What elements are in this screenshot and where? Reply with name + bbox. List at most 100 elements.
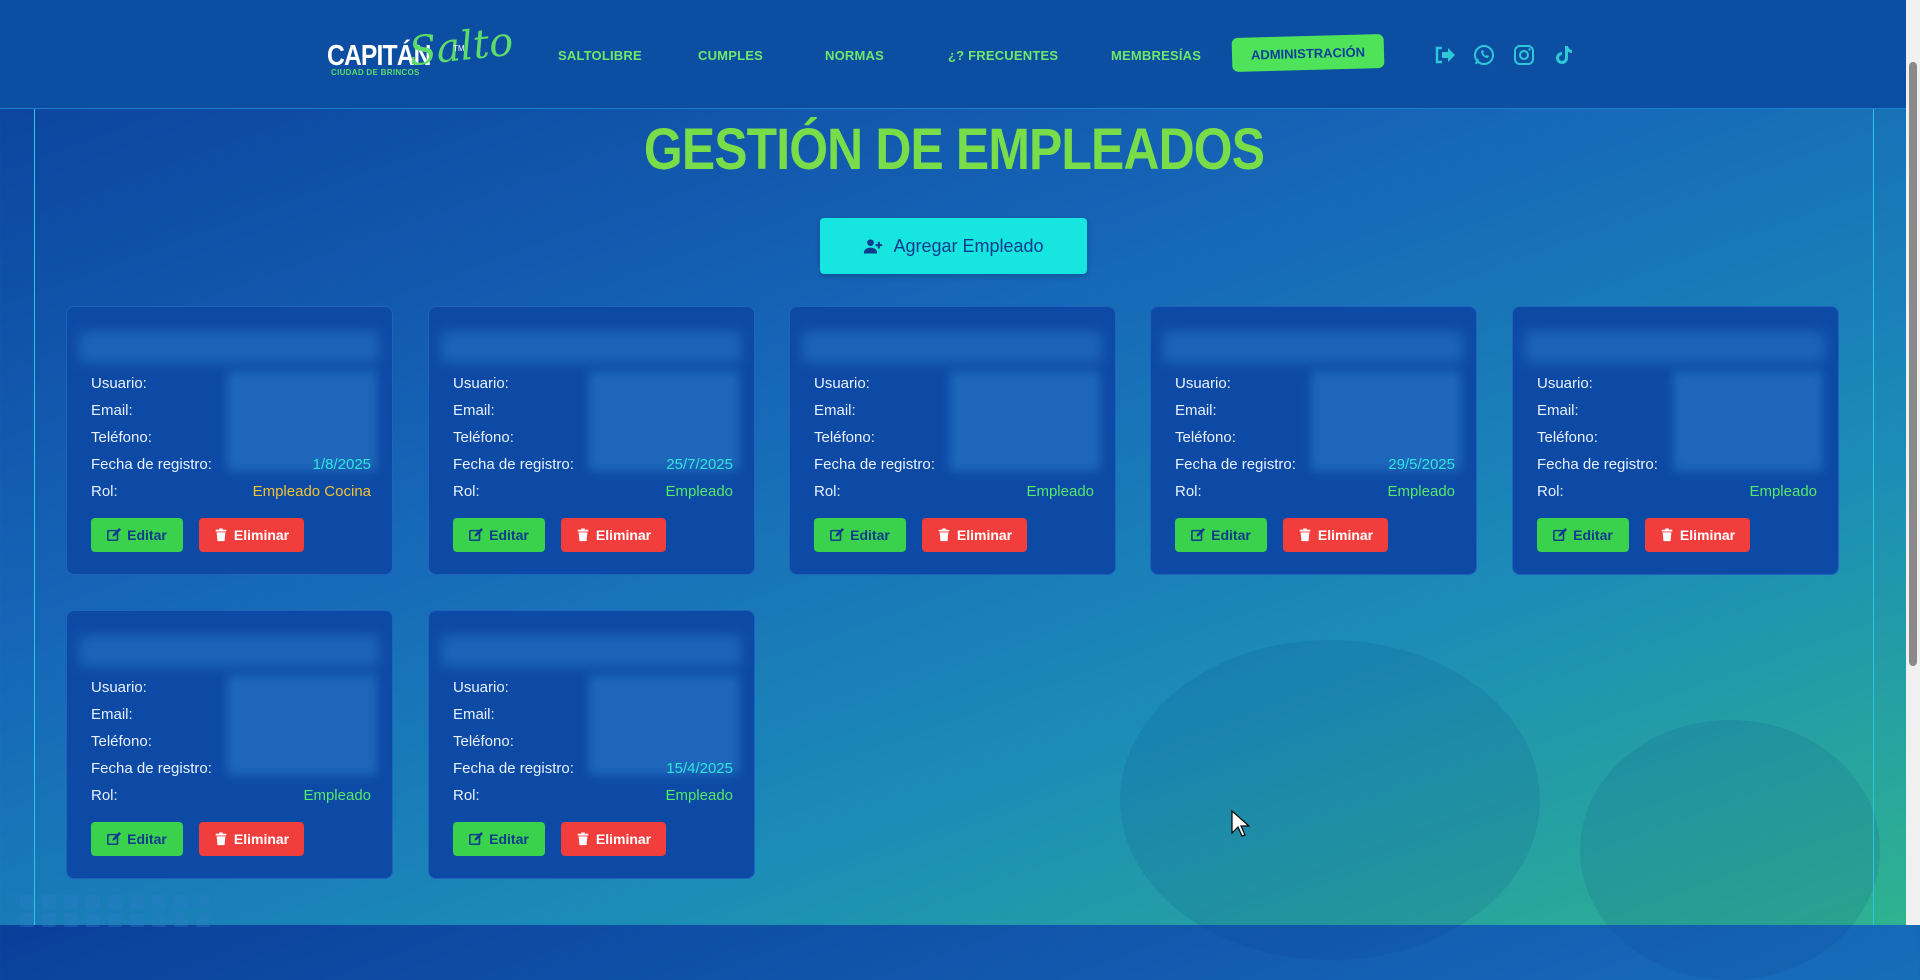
edit-icon <box>107 832 122 846</box>
site-header: CAPITÁN Salto TM CIUDAD DE BRINCOS SALTO… <box>0 0 1920 109</box>
field-label-email: Email: <box>1175 402 1217 419</box>
field-label-user: Usuario: <box>453 375 509 392</box>
background-decoration <box>64 895 78 909</box>
field-label-email: Email: <box>453 706 495 723</box>
nav-administracion[interactable]: ADMINISTRACIÓN <box>1231 34 1385 72</box>
field-row-fecha: Fecha de registro: <box>91 760 371 780</box>
brand-tm: TM <box>453 44 465 53</box>
field-row-fecha: Fecha de registro: 15/4/2025 <box>453 760 733 780</box>
field-row-rol: Rol: Empleado <box>91 787 371 807</box>
delete-label: Eliminar <box>956 527 1013 543</box>
field-label-user: Usuario: <box>1175 375 1231 392</box>
field-row-fecha: Fecha de registro: <box>814 456 1094 476</box>
field-row-user: Usuario: <box>453 375 733 395</box>
employee-name-redacted <box>79 331 379 363</box>
edit-button[interactable]: Editar <box>814 518 906 552</box>
scrollbar-thumb[interactable] <box>1909 62 1917 666</box>
trash-icon <box>1661 528 1673 542</box>
instagram-icon[interactable] <box>1511 42 1537 68</box>
employee-role: Empleado <box>1026 483 1094 500</box>
edit-icon <box>469 528 484 542</box>
employee-name-redacted <box>79 635 379 667</box>
field-row-rol: Rol: Empleado <box>1537 483 1817 503</box>
nav-normas[interactable]: NORMAS <box>825 48 884 63</box>
field-row-fecha: Fecha de registro: 25/7/2025 <box>453 456 733 476</box>
scrollbar[interactable] <box>1906 0 1920 925</box>
delete-button[interactable]: Eliminar <box>199 518 304 552</box>
background-decoration <box>196 895 210 909</box>
delete-button[interactable]: Eliminar <box>561 822 666 856</box>
field-row-phone: Teléfono: <box>453 429 733 449</box>
employee-name-redacted <box>441 635 741 667</box>
delete-button[interactable]: Eliminar <box>561 518 666 552</box>
delete-label: Eliminar <box>595 527 652 543</box>
edit-label: Editar <box>1573 527 1613 543</box>
edit-button[interactable]: Editar <box>453 822 545 856</box>
field-label-phone: Teléfono: <box>1537 429 1598 446</box>
background-decoration <box>174 895 188 909</box>
edit-label: Editar <box>1211 527 1251 543</box>
edit-button[interactable]: Editar <box>1175 518 1267 552</box>
field-row-user: Usuario: <box>1175 375 1455 395</box>
trash-icon <box>215 832 227 846</box>
background-decoration <box>130 895 144 909</box>
trash-icon <box>577 832 589 846</box>
add-employee-button[interactable]: Agregar Empleado <box>820 218 1087 274</box>
delete-button[interactable]: Eliminar <box>922 518 1027 552</box>
edit-label: Editar <box>489 527 529 543</box>
edit-label: Editar <box>850 527 890 543</box>
field-label-user: Usuario: <box>453 679 509 696</box>
field-label-fecha: Fecha de registro: <box>453 456 574 473</box>
field-row-email: Email: <box>91 402 371 422</box>
field-label-fecha: Fecha de registro: <box>91 456 212 473</box>
edit-icon <box>469 832 484 846</box>
delete-label: Eliminar <box>233 831 290 847</box>
nav-cumples[interactable]: CUMPLES <box>698 48 763 63</box>
field-label-rol: Rol: <box>91 787 118 804</box>
edit-button[interactable]: Editar <box>453 518 545 552</box>
field-row-phone: Teléfono: <box>1537 429 1817 449</box>
trash-icon <box>1299 528 1311 542</box>
field-row-fecha: Fecha de registro: 29/5/2025 <box>1175 456 1455 476</box>
delete-button[interactable]: Eliminar <box>1283 518 1388 552</box>
delete-button[interactable]: Eliminar <box>199 822 304 856</box>
edit-button[interactable]: Editar <box>91 822 183 856</box>
whatsapp-icon[interactable] <box>1471 42 1497 68</box>
registration-date: 15/4/2025 <box>666 760 733 777</box>
nav-frecuentes[interactable]: ¿? FRECUENTES <box>948 48 1058 63</box>
field-label-phone: Teléfono: <box>814 429 875 446</box>
field-label-email: Email: <box>91 706 133 723</box>
delete-label: Eliminar <box>233 527 290 543</box>
employee-card: Usuario: Email: Teléfono: Fecha de regis… <box>789 306 1116 575</box>
field-label-phone: Teléfono: <box>453 429 514 446</box>
trash-icon <box>938 528 950 542</box>
employee-name-redacted <box>1525 331 1825 363</box>
field-label-email: Email: <box>91 402 133 419</box>
field-row-rol: Rol: Empleado <box>814 483 1094 503</box>
nav-membresias[interactable]: MEMBRESÍAS <box>1111 48 1201 63</box>
registration-date: 29/5/2025 <box>1388 456 1455 473</box>
edit-button[interactable]: Editar <box>1537 518 1629 552</box>
edit-button[interactable]: Editar <box>91 518 183 552</box>
tiktok-icon[interactable] <box>1551 42 1577 68</box>
delete-button[interactable]: Eliminar <box>1645 518 1750 552</box>
trash-icon <box>215 528 227 542</box>
page-title: GESTIÓN DE EMPLEADOS <box>643 117 1265 182</box>
field-label-fecha: Fecha de registro: <box>1175 456 1296 473</box>
employee-card: Usuario: Email: Teléfono: Fecha de regis… <box>1512 306 1839 575</box>
employee-name-redacted <box>1163 331 1463 363</box>
field-label-phone: Teléfono: <box>91 733 152 750</box>
employee-role: Empleado Cocina <box>252 483 371 500</box>
background-decoration <box>20 895 34 909</box>
field-label-email: Email: <box>814 402 856 419</box>
employee-role: Empleado <box>665 787 733 804</box>
field-row-fecha: Fecha de registro: <box>1537 456 1817 476</box>
field-row-email: Email: <box>814 402 1094 422</box>
logout-icon[interactable] <box>1431 42 1457 68</box>
mouse-cursor <box>1231 809 1250 837</box>
nav-saltolibre[interactable]: SALTOLIBRE <box>558 48 642 63</box>
employee-role: Empleado <box>303 787 371 804</box>
field-row-rol: Rol: Empleado <box>453 787 733 807</box>
brand-logo[interactable]: CAPITÁN Salto TM CIUDAD DE BRINCOS <box>327 18 515 90</box>
registration-date: 25/7/2025 <box>666 456 733 473</box>
